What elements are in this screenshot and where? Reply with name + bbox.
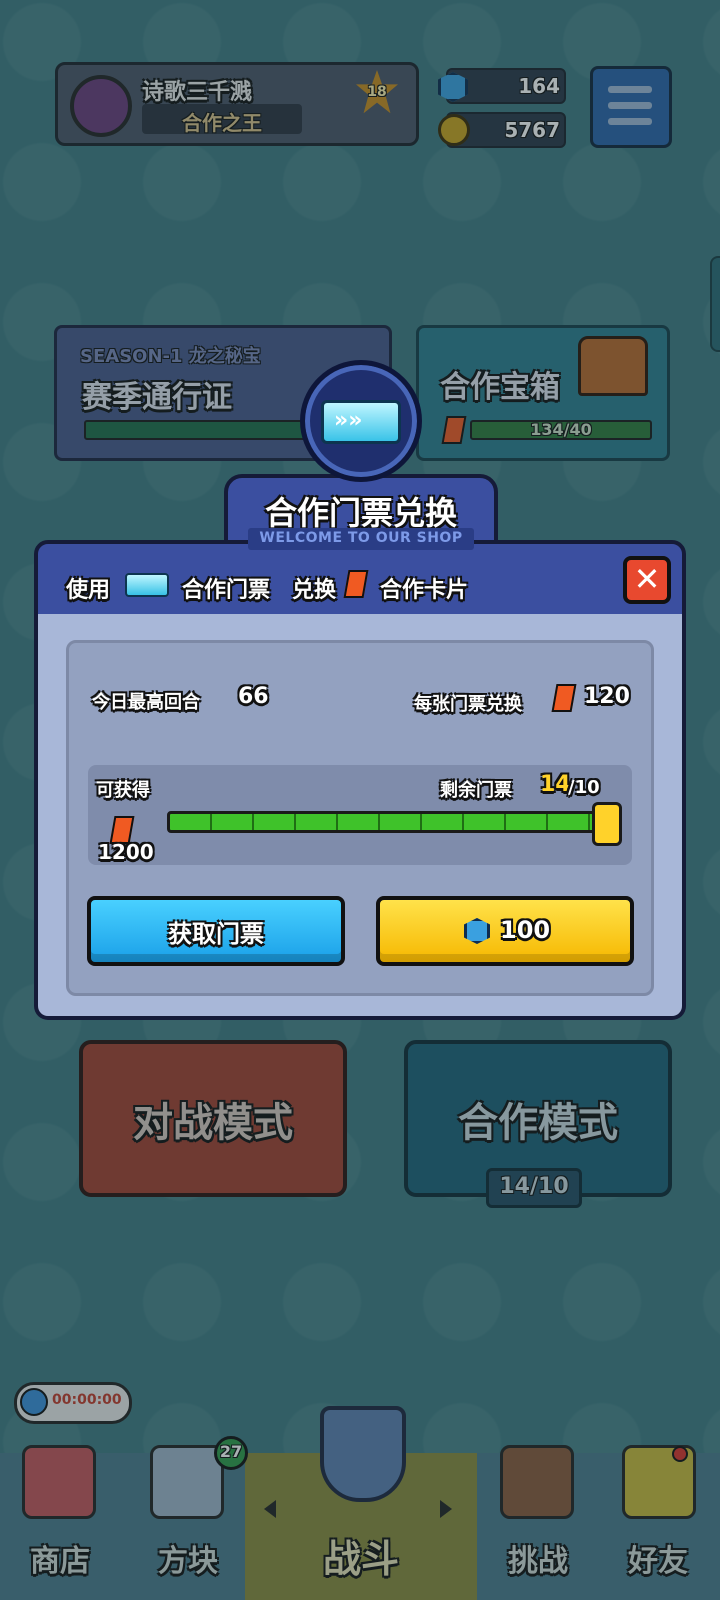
per-ticket-label: 每张门票兑换 <box>414 694 522 715</box>
get-tickets-label[interactable]: 获取门票 <box>87 914 345 949</box>
instruction-ticket-icon <box>125 573 169 597</box>
remaining-total: /10 <box>568 777 600 798</box>
obtainable-label: 可获得 <box>96 780 150 801</box>
instruction-use: 使用 <box>66 578 111 603</box>
today-best-value: 66 <box>238 684 269 709</box>
ticket-arrows: »» <box>334 408 363 433</box>
obtainable-value: 1200 <box>98 840 154 864</box>
instruction-ticket: 合作门票 <box>182 578 271 603</box>
close-icon[interactable]: ✕ <box>623 556 671 604</box>
ticket-slider-track[interactable] <box>167 811 607 833</box>
instruction-card: 合作卡片 <box>380 578 469 603</box>
remaining-label: 剩余门票 <box>440 780 512 801</box>
today-best-label: 今日最高回合 <box>92 692 200 713</box>
dialog-subtitle: WELCOME TO OUR SHOP <box>259 530 463 546</box>
instruction-exchange: 兑换 <box>292 578 337 603</box>
remaining-current: 14 <box>540 772 571 797</box>
ticket-slider-handle[interactable] <box>592 802 622 846</box>
buy-cost[interactable]: 100 <box>500 916 550 944</box>
per-ticket-value: 120 <box>584 684 630 709</box>
